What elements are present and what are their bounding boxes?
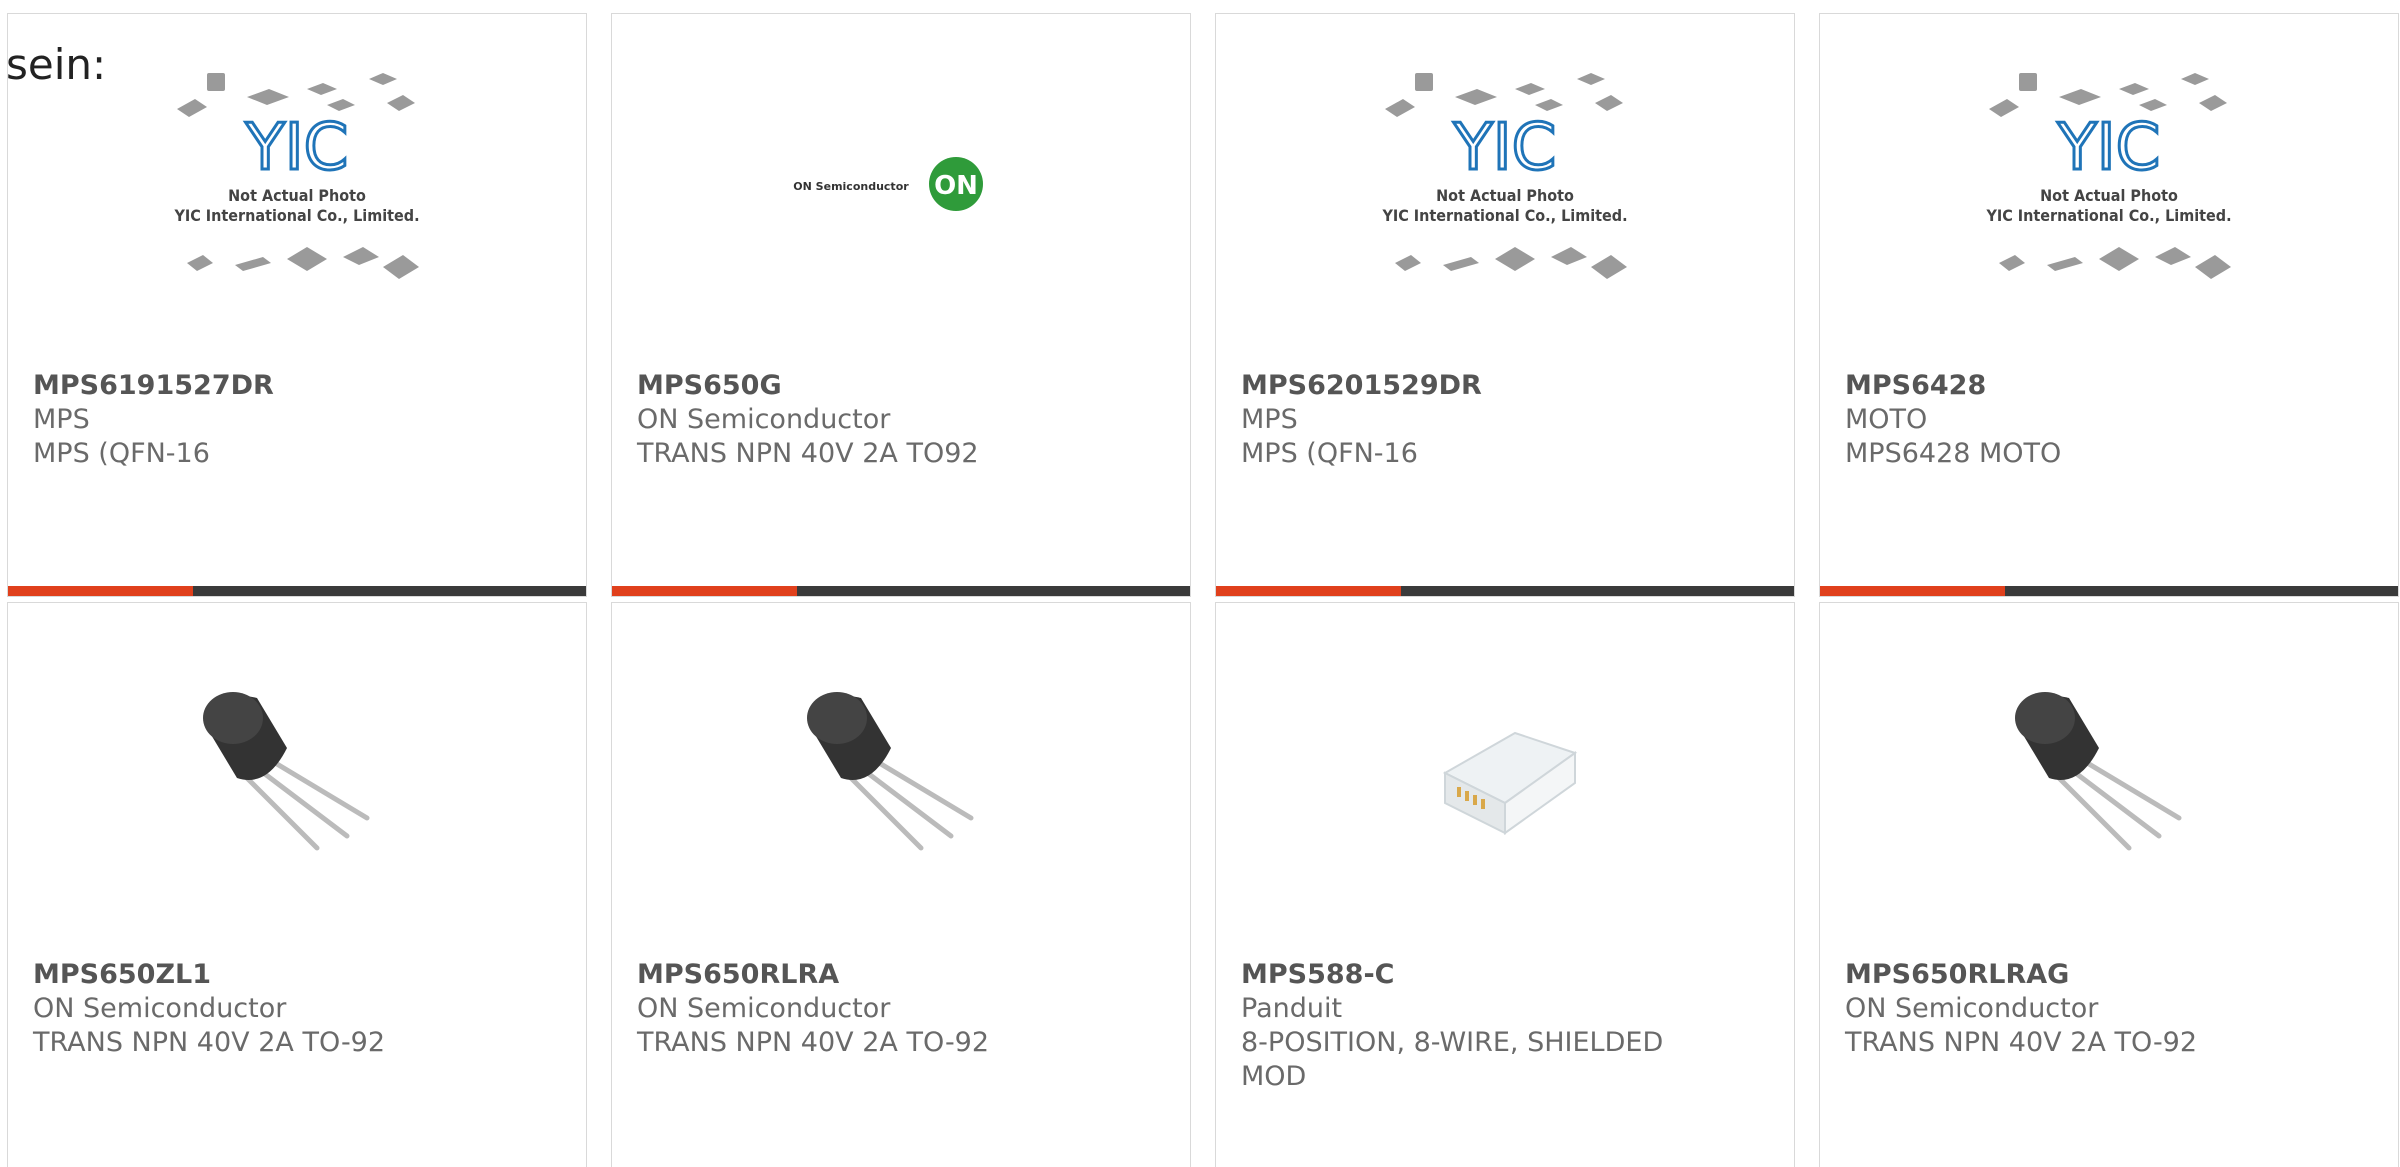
product-card[interactable]: YIC Not Actual Photo YIC International C… — [1819, 13, 2399, 597]
svg-text:ON: ON — [934, 171, 978, 201]
product-image-on-semiconductor-logo[interactable]: ON Semiconductor ON — [612, 14, 1190, 354]
transistor-icon — [2015, 692, 2182, 851]
product-image-yic-placeholder[interactable]: YIC Not Actual Photo YIC International C… — [1216, 14, 1794, 354]
part-number[interactable]: MPS6191527DR — [33, 369, 561, 403]
transistor-icon — [203, 692, 370, 851]
description: TRANS NPN 40V 2A TO-92 — [1845, 1027, 2198, 1058]
product-card[interactable]: MPS588-C Panduit 8-POSITION, 8-WIRE, SHI… — [1215, 602, 1795, 1167]
manufacturer: ON Semiconductor — [637, 993, 891, 1024]
part-number[interactable]: MPS6428 — [1845, 369, 2373, 403]
description: MPS (QFN-16 — [33, 438, 210, 469]
transistor-icon — [807, 692, 974, 851]
manufacturer: MPS — [1241, 404, 1298, 435]
svg-text:YIC International Co., Limited: YIC International Co., Limited. — [173, 206, 419, 225]
svg-text:Not Actual Photo: Not Actual Photo — [228, 186, 366, 205]
manufacturer: ON Semiconductor — [33, 993, 287, 1024]
product-card[interactable]: YIC Not Actual Photo YIC International C… — [1215, 13, 1795, 597]
product-card[interactable]: MPS650RLRA ON Semiconductor TRANS NPN 40… — [611, 602, 1191, 1167]
card-accent-bar — [1820, 586, 2398, 596]
product-card[interactable]: YIC Not Actual Photo YIC International C… — [7, 13, 587, 597]
yic-logo-icon: YIC — [2057, 111, 2161, 185]
manufacturer: MPS — [33, 404, 90, 435]
card-accent-bar — [8, 586, 586, 596]
part-number[interactable]: MPS650RLRAG — [1845, 958, 2373, 992]
svg-text:YIC International Co., Limited: YIC International Co., Limited. — [1985, 206, 2231, 225]
product-image-yic-placeholder[interactable]: YIC Not Actual Photo YIC International C… — [1820, 14, 2398, 354]
yic-logo-icon: YIC — [245, 111, 349, 185]
on-wordmark: ON Semiconductor — [793, 180, 909, 193]
description: 8-POSITION, 8-WIRE, SHIELDED MOD — [1241, 1027, 1664, 1092]
description: TRANS NPN 40V 2A TO-92 — [637, 1027, 990, 1058]
part-number[interactable]: MPS588-C — [1241, 958, 1769, 992]
svg-text:Not Actual Photo: Not Actual Photo — [1436, 186, 1574, 205]
description: MPS (QFN-16 — [1241, 438, 1418, 469]
intro-text: sein: — [6, 40, 107, 89]
manufacturer: MOTO — [1845, 404, 1928, 435]
svg-text:Not Actual Photo: Not Actual Photo — [2040, 186, 2178, 205]
manufacturer: ON Semiconductor — [637, 404, 891, 435]
product-image-to92-transistor[interactable] — [8, 603, 586, 943]
part-number[interactable]: MPS650RLRA — [637, 958, 1165, 992]
rj45-plug-icon — [1442, 731, 1578, 835]
product-image-to92-transistor[interactable] — [612, 603, 1190, 943]
yic-logo-icon: YIC — [1453, 111, 1557, 185]
card-accent-bar — [612, 586, 1190, 596]
product-image-to92-transistor[interactable] — [1820, 603, 2398, 943]
product-card[interactable]: MPS650ZL1 ON Semiconductor TRANS NPN 40V… — [7, 602, 587, 1167]
description: TRANS NPN 40V 2A TO-92 — [33, 1027, 386, 1058]
description: MPS6428 MOTO — [1845, 438, 2062, 469]
part-number[interactable]: MPS650ZL1 — [33, 958, 561, 992]
description: TRANS NPN 40V 2A TO92 — [637, 438, 979, 469]
product-card[interactable]: MPS650RLRAG ON Semiconductor TRANS NPN 4… — [1819, 602, 2399, 1167]
part-number[interactable]: MPS6201529DR — [1241, 369, 1769, 403]
part-number[interactable]: MPS650G — [637, 369, 1165, 403]
svg-text:YIC International Co., Limited: YIC International Co., Limited. — [1381, 206, 1627, 225]
card-accent-bar — [1216, 586, 1794, 596]
manufacturer: ON Semiconductor — [1845, 993, 2099, 1024]
manufacturer: Panduit — [1241, 993, 1343, 1024]
product-image-rj45-plug[interactable] — [1216, 603, 1794, 943]
product-card[interactable]: ON Semiconductor ON MPS650G ON Semicondu… — [611, 13, 1191, 597]
